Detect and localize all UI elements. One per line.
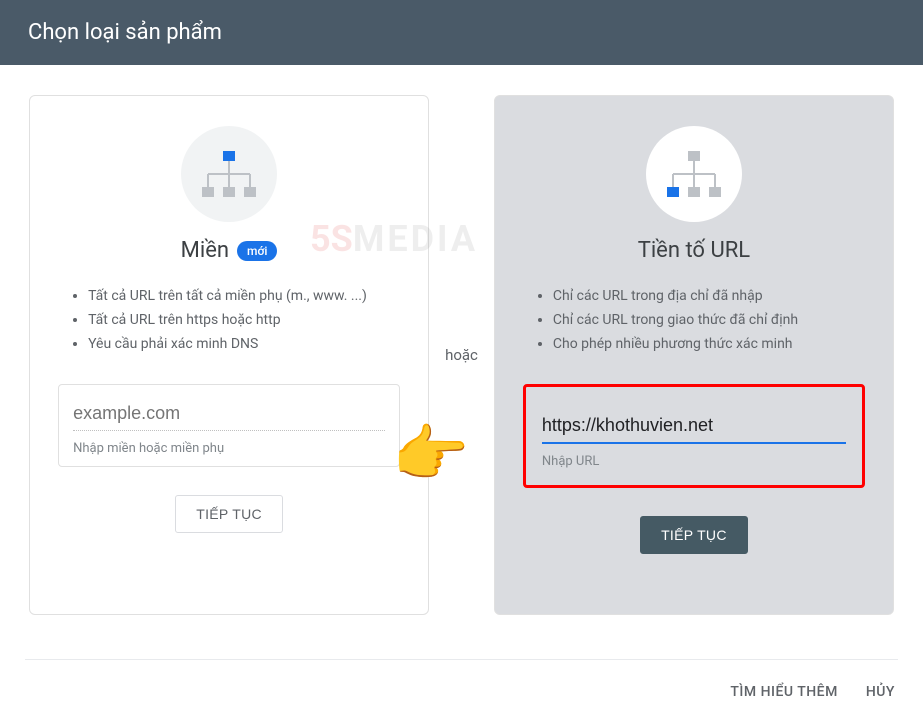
domain-card-title: Miền bbox=[181, 238, 229, 263]
url-continue-button[interactable]: TIẾP TỤC bbox=[640, 516, 748, 554]
domain-bullets: Tất cả URL trên tất cả miền phụ (m., www… bbox=[54, 285, 404, 356]
dialog-title: Chọn loại sản phẩm bbox=[28, 20, 222, 45]
domain-continue-button[interactable]: TIẾP TỤC bbox=[175, 495, 283, 533]
sitemap-icon bbox=[646, 126, 742, 222]
list-item: Chỉ các URL trong địa chỉ đã nhập bbox=[553, 285, 869, 309]
domain-helper-text: Nhập miền hoặc miền phụ bbox=[73, 441, 385, 456]
learn-more-link[interactable]: TÌM HIỂU THÊM bbox=[730, 684, 837, 700]
url-card-title-row: Tiền tố URL bbox=[638, 238, 750, 263]
list-item: Tất cả URL trên https hoặc http bbox=[88, 309, 404, 333]
url-prefix-card[interactable]: Tiền tố URL Chỉ các URL trong địa chỉ đã… bbox=[494, 95, 894, 615]
list-item: Tất cả URL trên tất cả miền phụ (m., www… bbox=[88, 285, 404, 309]
content-area: Miền mới Tất cả URL trên tất cả miền phụ… bbox=[0, 65, 923, 635]
footer-actions: TÌM HIỂU THÊM HỦY bbox=[730, 684, 895, 700]
url-card-title: Tiền tố URL bbox=[638, 238, 750, 263]
list-item: Chỉ các URL trong giao thức đã chỉ định bbox=[553, 309, 869, 333]
footer-divider bbox=[25, 659, 898, 660]
url-helper-text: Nhập URL bbox=[542, 454, 846, 469]
new-badge: mới bbox=[237, 241, 277, 261]
url-input-box: Nhập URL bbox=[523, 384, 865, 488]
cancel-button[interactable]: HỦY bbox=[866, 684, 895, 700]
sitemap-icon bbox=[181, 126, 277, 222]
domain-card-title-row: Miền mới bbox=[181, 238, 278, 263]
domain-card[interactable]: Miền mới Tất cả URL trên tất cả miền phụ… bbox=[29, 95, 429, 615]
url-input[interactable] bbox=[542, 411, 846, 444]
domain-input[interactable] bbox=[73, 399, 385, 431]
list-item: Cho phép nhiều phương thức xác minh bbox=[553, 333, 869, 357]
domain-input-box: Nhập miền hoặc miền phụ bbox=[58, 384, 400, 467]
url-bullets: Chỉ các URL trong địa chỉ đã nhập Chỉ cá… bbox=[519, 285, 869, 356]
or-divider: hoặc bbox=[445, 346, 478, 364]
list-item: Yêu cầu phải xác minh DNS bbox=[88, 333, 404, 357]
dialog-header: Chọn loại sản phẩm bbox=[0, 0, 923, 65]
